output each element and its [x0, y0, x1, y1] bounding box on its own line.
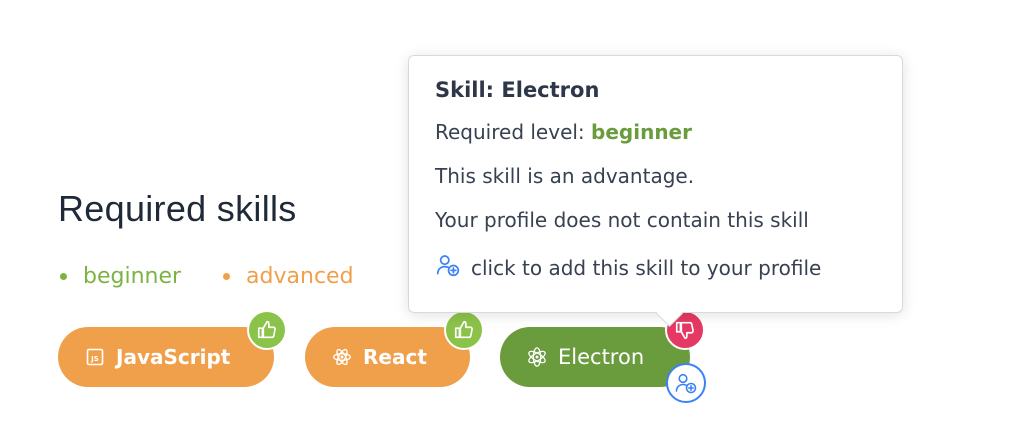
section-title: Required skills [58, 188, 297, 229]
legend-label-advanced: advanced [246, 264, 354, 289]
electron-icon [526, 346, 548, 368]
page: Required skills beginner advanced JS Jav… [0, 0, 1024, 446]
thumbs-up-icon[interactable] [444, 310, 484, 350]
js-file-icon: JS [84, 346, 106, 368]
svg-text:JS: JS [90, 355, 99, 363]
tooltip-advantage: This skill is an advantage. [435, 164, 695, 188]
skill-tooltip: Skill: Electron Required level: beginner… [408, 55, 903, 313]
legend-advanced: advanced [223, 264, 354, 289]
skill-chip-label: JavaScript [116, 345, 231, 369]
legend-beginner: beginner [60, 264, 181, 289]
tooltip-add-action-label: click to add this skill to your profile [471, 255, 822, 280]
tooltip-add-action[interactable]: click to add this skill to your profile [435, 252, 876, 283]
level-legend: beginner advanced [60, 264, 354, 289]
tooltip-profile-status: Your profile does not contain this skill [435, 208, 809, 232]
tooltip-level-value: beginner [591, 120, 692, 144]
tooltip-required-level: Required level: beginner [435, 120, 876, 144]
thumbs-up-icon[interactable] [247, 310, 287, 350]
skill-chip-electron[interactable]: Electron [500, 327, 690, 387]
legend-label-beginner: beginner [83, 264, 182, 289]
skill-chip-label: React [363, 345, 427, 369]
skill-chip-label: Electron [558, 345, 645, 369]
tooltip-level-prefix: Required level: [435, 120, 592, 144]
tooltip-title: Skill: Electron [435, 78, 600, 102]
legend-dot-advanced [223, 273, 231, 280]
legend-dot-beginner [60, 273, 67, 280]
user-add-icon[interactable] [666, 363, 706, 403]
user-add-icon [435, 252, 461, 283]
skill-chip-javascript[interactable]: JS JavaScript [58, 327, 274, 387]
atom-icon [331, 346, 353, 368]
